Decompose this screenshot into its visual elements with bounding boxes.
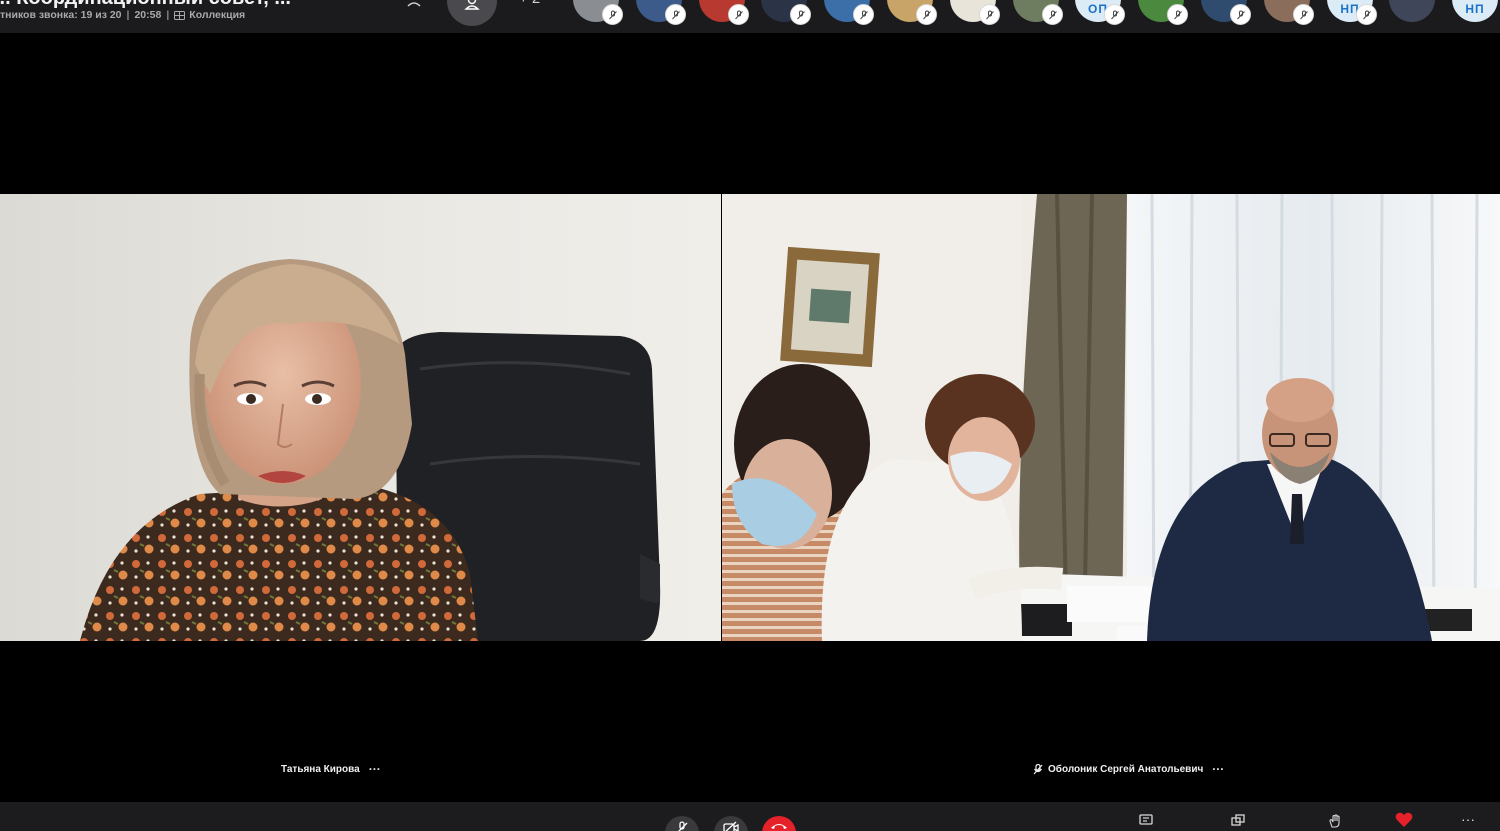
more-options-icon: ··· bbox=[1461, 811, 1475, 827]
tile-more-options-left[interactable]: ··· bbox=[369, 762, 381, 776]
video-call-window: ... Координационный совет, ... тников зв… bbox=[0, 0, 1500, 831]
raise-hand-button[interactable] bbox=[1325, 814, 1345, 831]
call-status-line: тников звонка: 19 из 20 | 20:58 | Коллек… bbox=[0, 9, 245, 21]
gallery-label: Коллекция bbox=[189, 9, 246, 21]
mic-off-icon bbox=[665, 4, 686, 25]
gallery-icon bbox=[174, 10, 186, 20]
gallery-view-toggle[interactable]: Коллекция bbox=[174, 9, 245, 21]
camera-off-icon bbox=[723, 821, 739, 831]
add-participant-button[interactable] bbox=[447, 0, 497, 26]
mic-off-icon bbox=[1293, 4, 1314, 25]
screen-share-icon bbox=[1231, 814, 1245, 826]
avatar-participant-3[interactable] bbox=[699, 0, 749, 25]
video-tile-obolonik[interactable] bbox=[722, 194, 1500, 641]
call-header: ... Координационный совет, ... тников зв… bbox=[0, 0, 1500, 33]
chat-icon bbox=[1139, 814, 1153, 825]
avatar-participant-1[interactable] bbox=[573, 0, 623, 25]
mic-off-icon bbox=[1230, 4, 1251, 25]
mic-off-icon bbox=[678, 821, 688, 831]
mic-off-icon bbox=[602, 4, 623, 25]
participant-name-right: Оболоник Сергей Анатольевич ··· bbox=[1033, 762, 1224, 776]
mic-off-icon bbox=[979, 4, 1000, 25]
participants-count: тников звонка: 19 из 20 bbox=[0, 9, 122, 21]
participant-name-text: Татьяна Кирова bbox=[281, 763, 360, 775]
status-separator: | bbox=[126, 9, 130, 21]
mic-off-icon bbox=[916, 4, 937, 25]
mic-off-icon bbox=[1167, 4, 1188, 25]
add-person-icon bbox=[464, 0, 480, 10]
avatar-initials: НП bbox=[1465, 2, 1485, 16]
mic-off-icon bbox=[790, 4, 811, 25]
avatar-image bbox=[1389, 0, 1435, 22]
avatar-participant-5[interactable] bbox=[824, 0, 874, 25]
camera-button[interactable] bbox=[714, 816, 748, 831]
participants-list-icon[interactable] bbox=[406, 0, 430, 8]
participant-name-text: Оболоник Сергей Анатольевич bbox=[1048, 763, 1204, 775]
avatar-participant-12[interactable] bbox=[1264, 0, 1314, 25]
reaction-button[interactable] bbox=[1394, 812, 1414, 831]
screen-share-button[interactable] bbox=[1228, 814, 1248, 831]
avatar-participant-11[interactable] bbox=[1201, 0, 1251, 25]
status-separator-2: | bbox=[166, 9, 170, 21]
hang-up-icon bbox=[771, 824, 787, 829]
avatar-participant-7[interactable] bbox=[950, 0, 1000, 25]
tile-more-options-right[interactable]: ··· bbox=[1212, 762, 1224, 776]
chat-button[interactable] bbox=[1136, 814, 1156, 831]
hand-icon bbox=[1329, 814, 1340, 828]
end-call-button[interactable] bbox=[762, 816, 796, 831]
mic-off-icon bbox=[728, 4, 749, 25]
video-tile-tatyana-kirova[interactable] bbox=[0, 194, 721, 641]
avatar-participant-15[interactable]: НП bbox=[1452, 0, 1498, 22]
avatar-participant-2[interactable] bbox=[636, 0, 686, 25]
video-frame-right bbox=[722, 194, 1500, 641]
more-options-button[interactable]: ··· bbox=[1458, 811, 1478, 831]
extra-participants-count[interactable]: + 2 bbox=[519, 0, 540, 7]
mic-off-icon bbox=[1042, 4, 1063, 25]
mic-button[interactable] bbox=[665, 816, 699, 831]
participant-name-left: Татьяна Кирова ··· bbox=[281, 762, 381, 776]
mic-off-icon bbox=[853, 4, 874, 25]
avatar-participant-13[interactable]: НП bbox=[1327, 0, 1377, 25]
mic-off-icon bbox=[1356, 4, 1377, 25]
avatar-participant-8[interactable] bbox=[1013, 0, 1063, 25]
avatar-participant-4[interactable] bbox=[761, 0, 811, 25]
avatar-participant-9[interactable]: ОП bbox=[1075, 0, 1125, 25]
avatar-participant-10[interactable] bbox=[1138, 0, 1188, 25]
video-frame-left bbox=[0, 194, 721, 641]
mic-off-icon bbox=[1104, 4, 1125, 25]
call-controls-bar: ··· bbox=[0, 802, 1500, 831]
mic-off-icon bbox=[1033, 763, 1043, 774]
avatar-participant-6[interactable] bbox=[887, 0, 937, 25]
call-duration: 20:58 bbox=[134, 9, 162, 21]
avatar-participant-14[interactable] bbox=[1389, 0, 1435, 22]
heart-icon bbox=[1395, 812, 1413, 827]
